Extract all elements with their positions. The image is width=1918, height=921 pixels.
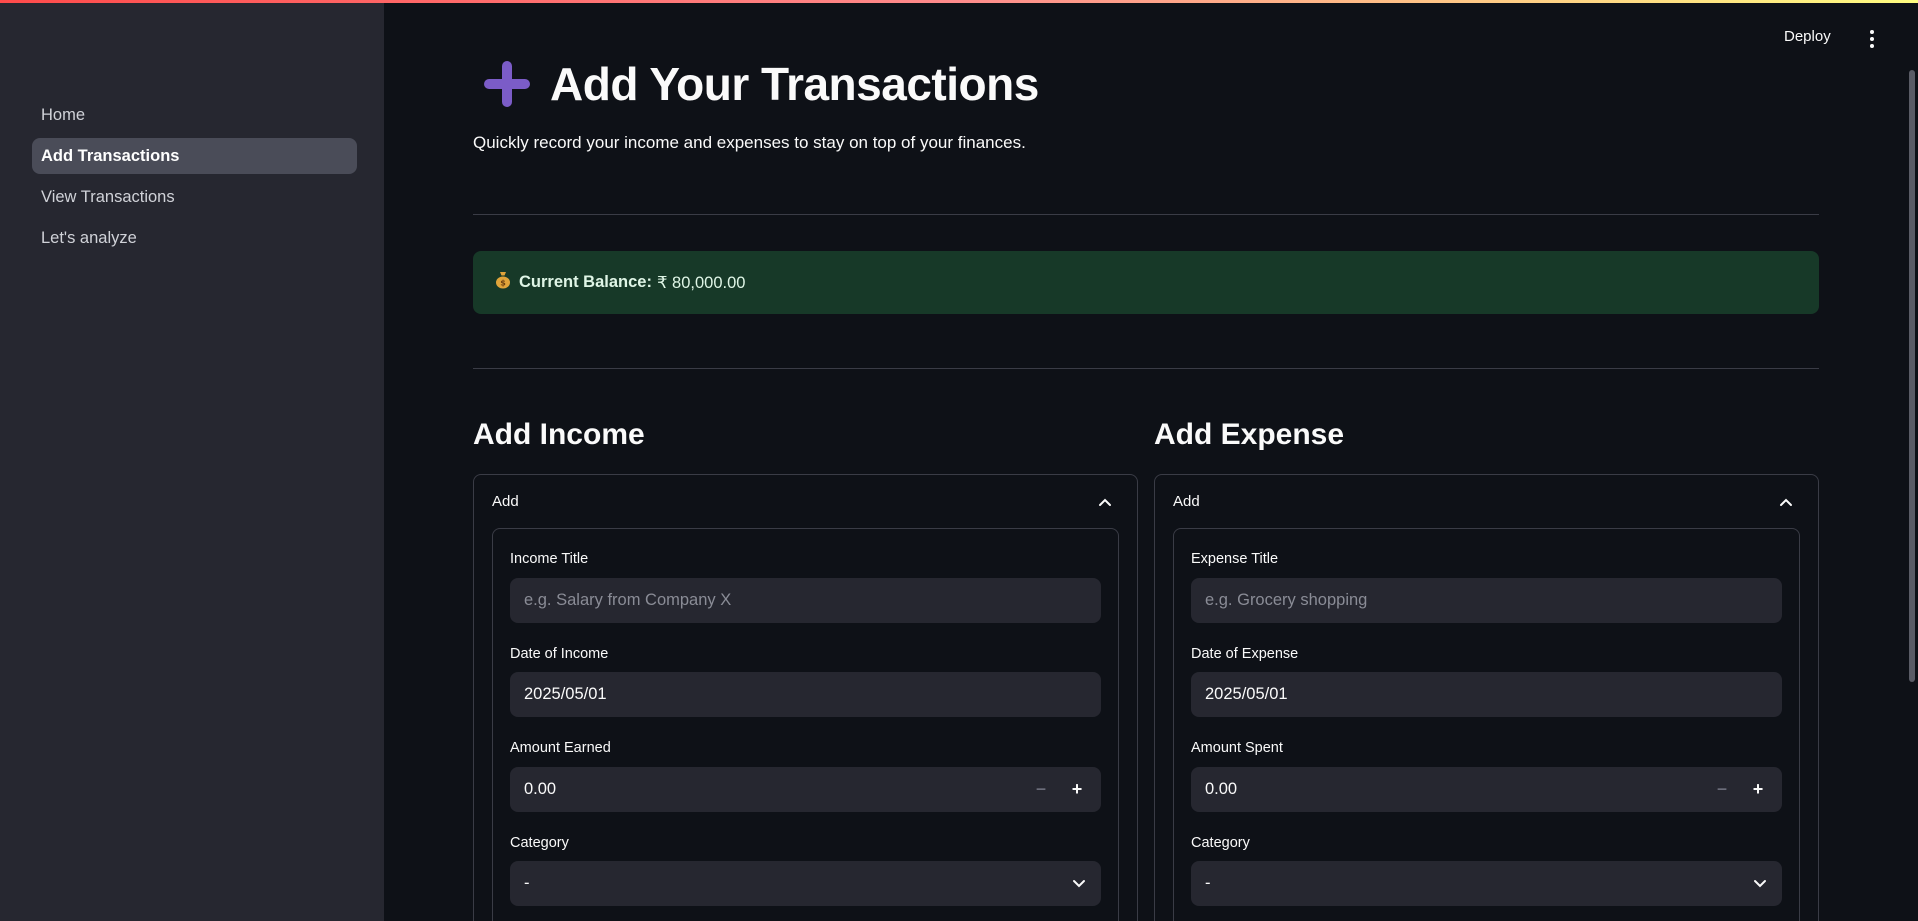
sidebar-item-add-transactions[interactable]: Add Transactions <box>32 138 357 174</box>
expense-title-input[interactable]: e.g. Grocery shopping <box>1191 578 1782 623</box>
expense-title-label: Expense Title <box>1191 551 1279 567</box>
plus-icon <box>484 61 530 107</box>
income-amount-input[interactable]: 0.00 − + <box>510 767 1101 812</box>
income-expander-header[interactable]: Add <box>492 493 1112 510</box>
expense-category-label: Category <box>1191 835 1250 851</box>
sidebar-item-home[interactable]: Home <box>32 97 357 133</box>
chevron-down-icon <box>1754 880 1766 888</box>
balance-label: Current Balance: <box>519 273 652 291</box>
kebab-menu-icon[interactable] <box>1862 30 1882 56</box>
income-category-label: Category <box>510 835 569 851</box>
expense-expander-header[interactable]: Add <box>1173 493 1793 510</box>
app-root: Home Add Transactions View Transactions … <box>0 0 1918 921</box>
income-category-select[interactable]: - <box>510 861 1101 906</box>
sidebar-item-view-transactions[interactable]: View Transactions <box>32 179 357 215</box>
page-title: Add Your Transactions <box>550 58 1039 110</box>
income-title-input[interactable]: e.g. Salary from Company X <box>510 578 1101 623</box>
expense-date-input[interactable]: 2025/05/01 <box>1191 672 1782 717</box>
expense-category-value: - <box>1205 874 1211 892</box>
decrement-button[interactable]: − <box>1704 779 1740 800</box>
expense-amount-input[interactable]: 0.00 − + <box>1191 767 1782 812</box>
expense-date-label: Date of Expense <box>1191 646 1299 662</box>
balance-banner: $ Current Balance: ₹ 80,000.00 <box>473 251 1819 314</box>
increment-button[interactable]: + <box>1059 779 1095 800</box>
money-bag-icon: $ <box>495 271 511 294</box>
svg-text:$: $ <box>500 279 506 288</box>
expense-amount-label: Amount Spent <box>1191 740 1283 756</box>
top-decoration-bar <box>0 0 1918 3</box>
income-date-label: Date of Income <box>510 646 609 662</box>
income-amount-value: 0.00 <box>524 780 557 798</box>
deploy-button[interactable]: Deploy <box>1784 28 1831 45</box>
decrement-button[interactable]: − <box>1023 779 1059 800</box>
divider <box>473 368 1819 369</box>
income-title-label: Income Title <box>510 551 589 567</box>
quantity-stepper: − + <box>1704 767 1776 812</box>
expense-amount-value: 0.00 <box>1205 780 1238 798</box>
income-date-input[interactable]: 2025/05/01 <box>510 672 1101 717</box>
sidebar-item-lets-analyze[interactable]: Let's analyze <box>32 220 357 256</box>
chevron-down-icon <box>1073 880 1085 888</box>
income-form: Income Title e.g. Salary from Company X … <box>492 528 1119 921</box>
scrollbar[interactable] <box>1909 70 1915 682</box>
title-row: Add Your Transactions <box>473 54 1039 114</box>
increment-button[interactable]: + <box>1740 779 1776 800</box>
divider <box>473 214 1819 215</box>
chevron-up-icon <box>1099 498 1111 506</box>
expense-expander: Add Expense Title e.g. Grocery shopping … <box>1154 474 1819 921</box>
income-amount-label: Amount Earned <box>510 740 611 756</box>
income-expander: Add Income Title e.g. Salary from Compan… <box>473 474 1138 921</box>
expense-form: Expense Title e.g. Grocery shopping Date… <box>1173 528 1800 921</box>
quantity-stepper: − + <box>1023 767 1095 812</box>
sidebar: Home Add Transactions View Transactions … <box>0 0 384 921</box>
income-category-value: - <box>524 874 530 892</box>
income-section-title: Add Income <box>473 418 645 451</box>
expense-section-title: Add Expense <box>1154 418 1345 451</box>
expander-label: Add <box>492 493 519 510</box>
expander-label: Add <box>1173 493 1200 510</box>
page-subtitle: Quickly record your income and expenses … <box>473 133 1026 152</box>
chevron-up-icon <box>1780 498 1792 506</box>
expense-category-select[interactable]: - <box>1191 861 1782 906</box>
balance-value: ₹ 80,000.00 <box>656 273 746 292</box>
